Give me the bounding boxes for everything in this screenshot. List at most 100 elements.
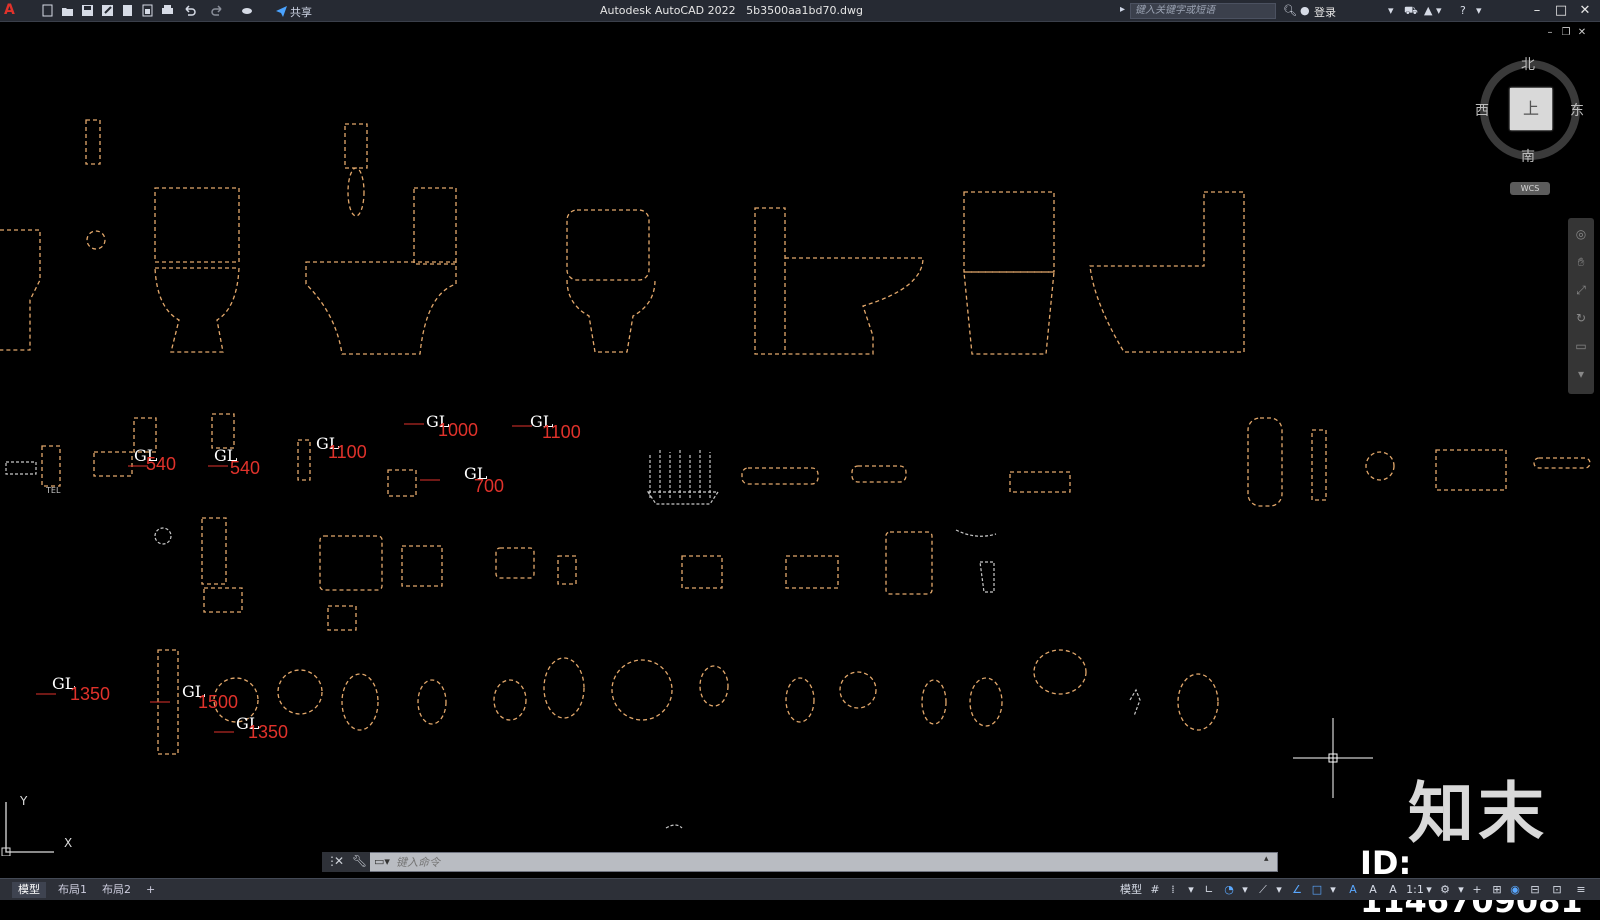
autodesk-app-icon[interactable]: ▲ [1424, 3, 1432, 19]
command-history-icon[interactable]: ▴ [1264, 854, 1269, 864]
toilet-bowl-tall-shape [963, 271, 1055, 355]
dropdown-icon[interactable]: ▾ [1436, 3, 1442, 19]
user-icon[interactable]: ● [1300, 3, 1310, 19]
object-snap-icon[interactable]: □ [1310, 882, 1324, 898]
dropdown-icon[interactable]: ▾ [1424, 882, 1434, 898]
toilet-tank-shape [154, 187, 240, 263]
viewcube-top-face[interactable]: 上 [1510, 88, 1552, 130]
new-icon[interactable] [40, 3, 55, 18]
orbit-icon[interactable]: ↻ [1573, 310, 1589, 326]
viewcube-north[interactable]: 北 [1521, 54, 1535, 74]
toilet-side-tall-shape [1089, 191, 1245, 353]
isodraft-icon[interactable]: ⟋ [1256, 882, 1270, 898]
dropdown-icon[interactable]: ▾ [1274, 882, 1284, 898]
command-input[interactable] [396, 853, 1256, 871]
hardware-acceleration-icon[interactable]: ⊟ [1528, 882, 1542, 898]
add-layout-button[interactable]: + [140, 882, 161, 898]
annotation-visibility-icon[interactable]: A [1346, 882, 1360, 898]
hand-shower-shape [297, 439, 311, 481]
tab-model[interactable]: 模型 [12, 882, 46, 898]
title-bar: A 共享 Autodesk AutoCAD 2022 5b3500aa1bd70… [0, 0, 1600, 22]
saveas-icon[interactable] [100, 3, 115, 18]
shower-hose-shape [347, 167, 365, 217]
help-icon[interactable]: ? [1460, 3, 1466, 19]
maximize-icon[interactable]: □ [1552, 2, 1570, 20]
units-icon[interactable]: ⊞ [1490, 882, 1504, 898]
snap-icon[interactable]: ⁞ [1166, 882, 1180, 898]
tab-layout2[interactable]: 布局2 [96, 882, 137, 898]
viewcube-south[interactable]: 南 [1521, 146, 1535, 166]
showmotion-icon[interactable]: ▭ [1573, 338, 1589, 354]
zoom-extents-icon[interactable]: ⤢ [1573, 282, 1589, 298]
search-input[interactable]: 键入关键字或短语 [1130, 3, 1276, 19]
customize-icon[interactable]: 🔧︎ [352, 854, 367, 868]
steering-wheel-icon[interactable]: ◎ [1573, 226, 1589, 242]
grid-icon[interactable]: # [1148, 882, 1162, 898]
clean-screen-icon[interactable]: ⊡ [1550, 882, 1564, 898]
dimension-text: 1350 [248, 722, 289, 742]
share-button[interactable]: 共享 [290, 4, 312, 20]
cart-icon[interactable]: ⛟ [1404, 3, 1418, 19]
autoscale-icon[interactable]: A [1366, 882, 1380, 898]
dropdown-icon[interactable]: ▾ [1456, 882, 1466, 898]
dropdown-icon[interactable]: ▾ [1186, 882, 1196, 898]
dimension-text: 1100 [328, 442, 367, 462]
dropdown-icon[interactable]: ▾ [1388, 3, 1394, 19]
tel-label: TEL [46, 486, 61, 495]
workspace-icon[interactable] [240, 3, 255, 18]
isolate-objects-icon[interactable]: ◉ [1508, 882, 1522, 898]
window-title: Autodesk AutoCAD 2022 5b3500aa1bd70.dwg [600, 4, 863, 17]
mirror-oval-shape [1177, 673, 1219, 731]
mirror-round-shape [277, 669, 323, 715]
model-space-button[interactable]: 模型 [1118, 882, 1144, 898]
web-open-icon[interactable] [120, 3, 135, 18]
save-icon[interactable] [80, 3, 95, 18]
web-save-icon[interactable] [140, 3, 155, 18]
navbar-menu-icon[interactable]: ▾ [1573, 366, 1589, 382]
close-command-icon[interactable]: ✕ [334, 854, 344, 868]
hair-dryer-hose-shape [955, 529, 997, 537]
box-shape [203, 587, 243, 613]
close-icon[interactable]: ✕ [1576, 2, 1594, 20]
minimize-icon[interactable]: – [1528, 2, 1546, 20]
status-bar: 模型 布局1 布局2 + 模型 # ⁞ ▾ ∟ ◔ ▾ ⟋ ▾ ∠ □ ▾ A … [0, 878, 1600, 900]
open-icon[interactable] [60, 3, 75, 18]
toilet-roll-holder-shape [85, 119, 101, 165]
dropdown-icon[interactable]: ▾ [1476, 3, 1482, 19]
knob-shape [154, 527, 172, 545]
annotation-scale-icon[interactable]: A [1386, 882, 1400, 898]
tab-layout1[interactable]: 布局1 [52, 882, 93, 898]
object-snap-tracking-icon[interactable]: ∠ [1290, 882, 1304, 898]
polar-icon[interactable]: ◔ [1222, 882, 1236, 898]
pan-icon[interactable]: ✋︎ [1573, 254, 1589, 270]
plot-icon[interactable] [160, 3, 175, 18]
dropdown-icon[interactable]: ▾ [1328, 882, 1338, 898]
dropdown-icon[interactable]: ▾ [1240, 882, 1250, 898]
dimension-text: 1000 [438, 420, 479, 440]
workspace-gear-icon[interactable]: ⚙ [1438, 882, 1452, 898]
arc-shape [665, 824, 683, 829]
search-expand-icon[interactable]: ▸ [1120, 4, 1125, 15]
toilet-side-modern-shape [754, 207, 924, 355]
ortho-icon[interactable]: ∟ [1202, 882, 1216, 898]
drawing-canvas[interactable]: GL 540 GL 540 GL 1100 GL 1000 GL 1100 GL… [0, 22, 1600, 920]
flush-button-shape [86, 230, 106, 250]
dimension-lines [36, 423, 532, 733]
search-icon[interactable]: 🔍︎ [1283, 3, 1297, 19]
viewcube-west[interactable]: 西 [1475, 100, 1489, 120]
bottle-shape [1311, 429, 1327, 501]
command-prompt-icon[interactable]: ▭▾ [370, 852, 394, 872]
autocad-logo-icon[interactable]: A [4, 2, 20, 18]
undo-icon[interactable] [182, 3, 197, 18]
share-icon[interactable] [274, 3, 289, 18]
login-button[interactable]: 登录 [1314, 4, 1336, 20]
dimension-text: 1350 [70, 684, 111, 704]
annotation-monitor-icon[interactable]: + [1470, 882, 1484, 898]
wcs-dropdown[interactable]: WCS [1510, 182, 1550, 195]
customization-menu-icon[interactable]: ≡ [1574, 882, 1588, 898]
viewcube-east[interactable]: 东 [1570, 100, 1584, 120]
annotation-scale-value[interactable]: 1:1 [1406, 882, 1424, 898]
redo-icon[interactable] [210, 3, 225, 18]
navigation-bar: ◎ ✋︎ ⤢ ↻ ▭ ▾ [1568, 218, 1594, 394]
dispenser-tall-shape [201, 517, 227, 585]
